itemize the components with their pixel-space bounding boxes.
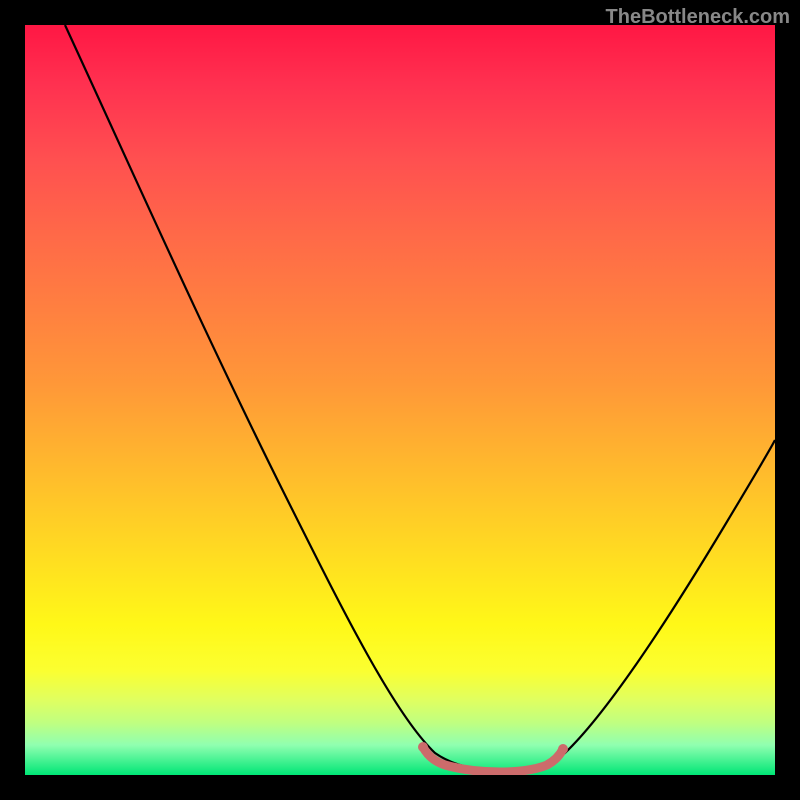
gradient-background [25, 25, 775, 775]
chart-plot-area [25, 25, 775, 775]
watermark-text: TheBottleneck.com [606, 6, 790, 29]
